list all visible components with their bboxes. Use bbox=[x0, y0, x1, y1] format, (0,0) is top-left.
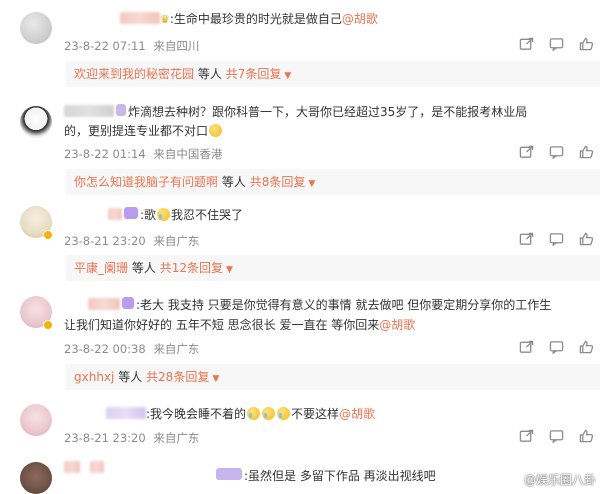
username-blurred[interactable] bbox=[88, 298, 120, 310]
share-icon[interactable] bbox=[518, 340, 534, 354]
emoji-icon bbox=[209, 124, 223, 137]
like-icon[interactable] bbox=[578, 145, 594, 159]
reply-summary[interactable]: gxhhxj 等人 共28条回复 ▼ bbox=[66, 364, 600, 390]
avatar[interactable] bbox=[20, 12, 52, 44]
avatar[interactable] bbox=[20, 462, 52, 494]
comment-actions bbox=[518, 232, 594, 247]
mention-link[interactable]: @胡歌 bbox=[342, 12, 378, 26]
avatar[interactable] bbox=[20, 404, 52, 436]
reply-total[interactable]: 共12条回复 bbox=[160, 261, 223, 275]
username-blurred[interactable] bbox=[64, 461, 80, 473]
username-blurred[interactable] bbox=[108, 208, 122, 220]
reply-author[interactable]: 欢迎来到我的秘密花园 bbox=[74, 67, 194, 81]
comment-time: 23-8-21 23:20 bbox=[64, 431, 146, 445]
comment-time: 23-8-22 07:11 bbox=[64, 39, 146, 53]
share-icon[interactable] bbox=[518, 429, 534, 443]
vip-badge bbox=[216, 468, 242, 480]
comment-meta: 23-8-22 00:38 来自广东 bbox=[64, 341, 199, 357]
reply-author[interactable]: 平康_阑珊 bbox=[74, 261, 128, 275]
comment-6: :虽然但是 多留下作品 再淡出视线吧 bbox=[0, 456, 600, 494]
like-icon[interactable] bbox=[578, 37, 594, 51]
comment-icon[interactable] bbox=[548, 340, 564, 355]
crown-icon: ♛ bbox=[160, 13, 170, 26]
comment-actions bbox=[518, 37, 594, 52]
comment-1: ♛:生命中最珍贵的时光就是做自己@胡歌 23-8-22 07:11 来自四川 欢… bbox=[0, 0, 600, 88]
comment-icon[interactable] bbox=[548, 232, 564, 247]
share-icon[interactable] bbox=[518, 37, 534, 51]
username-blurred[interactable] bbox=[89, 461, 104, 473]
comment-text-line2: 的，更别提连专业都不对口 bbox=[64, 123, 223, 139]
comment-actions bbox=[518, 145, 594, 160]
crying-emoji-icon bbox=[262, 407, 276, 420]
comment-meta: 23-8-22 01:14 来自中国香港 bbox=[64, 146, 222, 162]
chevron-down-icon: ▼ bbox=[284, 71, 292, 81]
comment-text-line1: 炸滴想去种树？跟你科普一下，大哥你已经超过35岁了，是不能报考林业局 bbox=[64, 104, 527, 120]
comment-icon[interactable] bbox=[548, 145, 564, 160]
comment-actions bbox=[518, 340, 594, 355]
reply-others: 等人 bbox=[197, 67, 222, 81]
comment-text-line1: :老大 我支持 只要是你觉得有意义的事情 就去做吧 但你要定期分享你的工作生 bbox=[88, 297, 551, 313]
comment-text: ♛:生命中最珍贵的时光就是做自己@胡歌 bbox=[120, 11, 378, 28]
comment-meta: 23-8-21 23:20 来自广东 bbox=[64, 233, 199, 249]
crying-emoji-icon bbox=[277, 407, 291, 420]
reply-summary[interactable]: 欢迎来到我的秘密花园 等人 共7条回复 ▼ bbox=[66, 61, 600, 87]
reply-author[interactable]: 你怎么知道我脑子有问题啊 bbox=[74, 175, 218, 189]
vip-badge bbox=[116, 104, 126, 116]
reply-summary[interactable]: 你怎么知道我脑子有问题啊 等人 共8条回复 ▼ bbox=[66, 169, 600, 195]
reply-others: 等人 bbox=[131, 261, 156, 275]
comment-meta: 23-8-21 23:20 来自广东 bbox=[64, 430, 199, 446]
vip-badge bbox=[122, 297, 134, 309]
comment-text-line2: 让我们知道你好好的 五年不短 思念很长 爱一直在 等你回来@胡歌 bbox=[64, 318, 416, 332]
comment-location: 来自中国香港 bbox=[153, 147, 223, 161]
comment-2: 炸滴想去种树？跟你科普一下，大哥你已经超过35岁了，是不能报考林业局 的，更别提… bbox=[0, 92, 600, 196]
comment-location: 来自四川 bbox=[153, 39, 200, 53]
like-icon[interactable] bbox=[578, 429, 594, 443]
comment-text: :我今晚会睡不着的 不要这样@胡歌 bbox=[106, 406, 375, 422]
share-icon[interactable] bbox=[518, 232, 534, 246]
verified-badge-icon bbox=[43, 230, 53, 240]
comment-5: :我今晚会睡不着的 不要这样@胡歌 23-8-21 23:20 来自广东 bbox=[0, 396, 600, 454]
comment-4: :老大 我支持 只要是你觉得有意义的事情 就去做吧 但你要定期分享你的工作生 让… bbox=[0, 290, 600, 394]
crying-emoji-icon bbox=[157, 208, 171, 221]
verified-badge-icon bbox=[43, 320, 53, 330]
comment-icon[interactable] bbox=[548, 429, 564, 444]
reply-summary[interactable]: 平康_阑珊 等人 共12条回复 ▼ bbox=[66, 255, 600, 281]
comment-actions bbox=[518, 429, 594, 444]
comment-time: 23-8-22 00:38 bbox=[64, 342, 146, 356]
vip-badge bbox=[124, 207, 138, 219]
comment-location: 来自广东 bbox=[153, 431, 200, 445]
reply-author[interactable]: gxhhxj bbox=[74, 370, 114, 384]
username-blurred[interactable] bbox=[64, 105, 114, 117]
comment-time: 23-8-21 23:20 bbox=[64, 234, 146, 248]
reply-total[interactable]: 共28条回复 bbox=[146, 370, 209, 384]
reply-total[interactable]: 共7条回复 bbox=[226, 67, 282, 81]
watermark: @娱乐圈八卦 bbox=[523, 473, 596, 487]
comment-meta: 23-8-22 07:11 来自四川 bbox=[64, 38, 199, 54]
comment-time: 23-8-22 01:14 bbox=[64, 147, 146, 161]
comment-text: :虽然但是 多留下作品 再淡出视线吧 bbox=[214, 468, 436, 484]
username-blurred[interactable] bbox=[120, 12, 160, 24]
reply-others: 等人 bbox=[118, 370, 143, 384]
comment-location: 来自广东 bbox=[153, 342, 200, 356]
chevron-down-icon: ▼ bbox=[225, 265, 233, 275]
reply-others: 等人 bbox=[221, 175, 246, 189]
reply-total[interactable]: 共8条回复 bbox=[250, 175, 306, 189]
mention-link[interactable]: @胡歌 bbox=[339, 407, 375, 421]
comment-text bbox=[64, 460, 104, 476]
chevron-down-icon: ▼ bbox=[308, 179, 316, 189]
comment-text: :歌 我忍不住哭了 bbox=[108, 207, 243, 223]
mention-link[interactable]: @胡歌 bbox=[379, 318, 415, 332]
comment-icon[interactable] bbox=[548, 37, 564, 52]
username-blurred[interactable] bbox=[106, 407, 146, 419]
share-icon[interactable] bbox=[518, 145, 534, 159]
comment-3: :歌 我忍不住哭了 23-8-21 23:20 来自广东 平康_阑珊 等人 共12… bbox=[0, 198, 600, 284]
chevron-down-icon: ▼ bbox=[212, 374, 220, 384]
like-icon[interactable] bbox=[578, 232, 594, 246]
avatar[interactable] bbox=[20, 106, 52, 138]
like-icon[interactable] bbox=[578, 340, 594, 354]
comment-location: 来自广东 bbox=[153, 234, 200, 248]
crying-emoji-icon bbox=[247, 407, 261, 420]
